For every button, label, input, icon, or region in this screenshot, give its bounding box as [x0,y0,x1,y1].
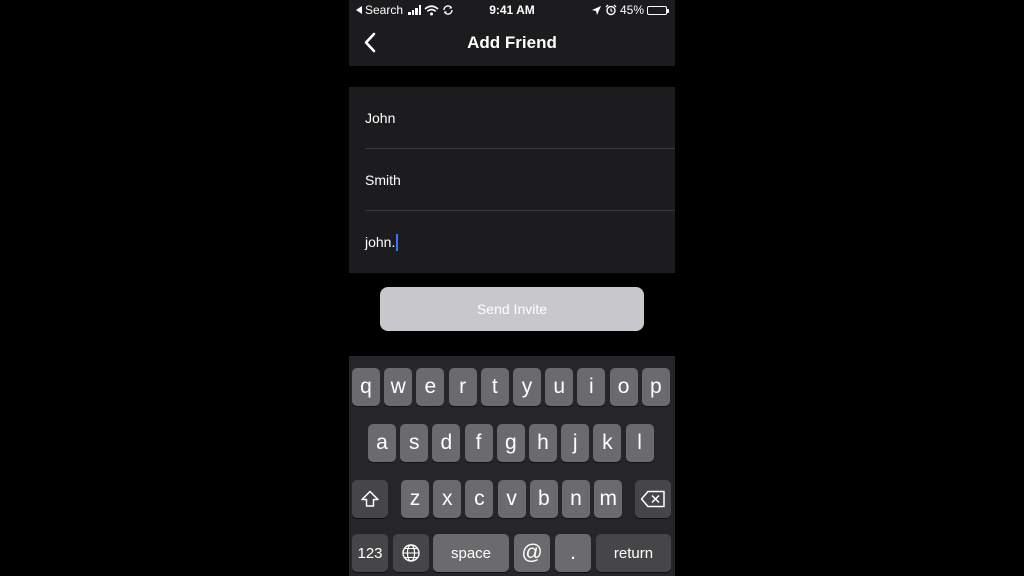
key-b[interactable]: b [529,480,558,518]
globe-icon [402,544,420,562]
battery-percent: 45% [619,3,644,17]
navigation-bar: Add Friend [349,20,675,66]
return-key[interactable]: return [596,534,671,572]
key-p[interactable]: p [641,368,670,406]
key-j[interactable]: j [561,424,590,462]
key-i[interactable]: i [577,368,606,406]
shift-arrow-icon [361,490,379,507]
keyboard: qwertyuiop asdfghjkl zxcvbnm 123 space @… [349,356,675,576]
key-k[interactable]: k [593,424,622,462]
key-q[interactable]: q [352,368,380,406]
page-title: Add Friend [467,33,557,52]
add-friend-form: John Smith john. [349,87,675,273]
key-o[interactable]: o [609,368,638,406]
key-s[interactable]: s [400,424,429,462]
phone-screen: Search 9:41 AM 45% Add Friend John Smith… [349,0,675,576]
key-m[interactable]: m [594,480,623,518]
key-z[interactable]: z [401,480,429,518]
key-c[interactable]: c [465,480,494,518]
status-right-group: 45% [591,3,669,17]
alarm-icon [605,4,617,16]
space-key[interactable]: space [433,534,509,572]
email-value: john. [365,234,396,250]
key-x[interactable]: x [433,480,462,518]
location-icon [591,5,601,15]
backspace-icon [640,490,665,508]
key-r[interactable]: r [448,368,477,406]
key-d[interactable]: d [432,424,461,462]
send-invite-button[interactable]: Send Invite [380,287,644,331]
first-name-field[interactable]: John [365,87,675,149]
key-t[interactable]: t [480,368,509,406]
text-caret [396,233,399,251]
delete-key[interactable] [635,480,671,518]
key-e[interactable]: e [416,368,445,406]
key-h[interactable]: h [529,424,557,462]
status-bar: Search 9:41 AM 45% [349,0,675,20]
key-a[interactable]: a [368,424,396,462]
dot-key[interactable]: . [555,534,591,572]
key-y[interactable]: y [513,368,541,406]
first-name-value: John [365,109,396,126]
globe-key[interactable] [393,534,429,572]
shift-key[interactable] [352,480,388,518]
key-g[interactable]: g [496,424,525,462]
key-l[interactable]: l [625,424,654,462]
battery-icon [647,5,669,15]
at-key[interactable]: @ [514,534,550,572]
numbers-key[interactable]: 123 [352,534,388,572]
email-field[interactable]: john. [365,211,675,273]
key-n[interactable]: n [562,480,590,518]
key-w[interactable]: w [384,368,413,406]
key-f[interactable]: f [464,424,493,462]
last-name-value: Smith [365,171,401,188]
key-u[interactable]: u [545,368,574,406]
key-v[interactable]: v [497,480,526,518]
last-name-field[interactable]: Smith [365,149,675,211]
